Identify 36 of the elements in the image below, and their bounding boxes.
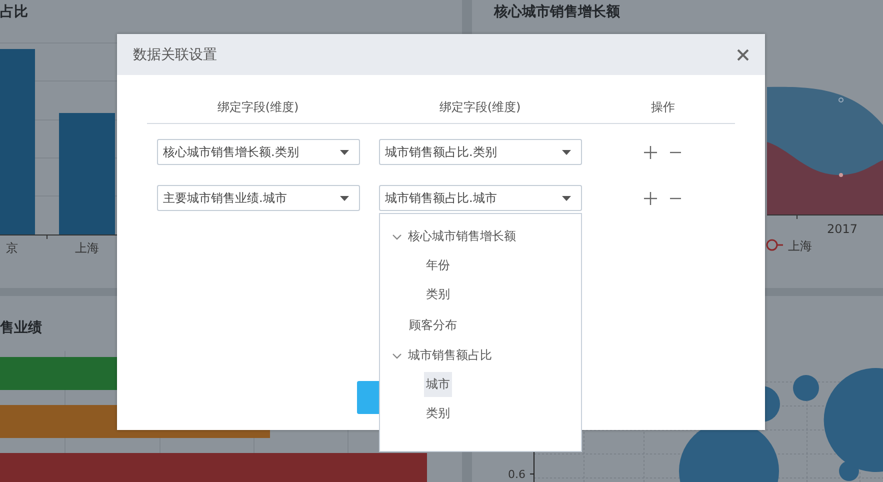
column-header: 绑定字段(维度)	[439, 98, 521, 116]
caret-icon	[562, 196, 571, 200]
select-field[interactable]: 城市销售额占比.类别	[379, 139, 582, 165]
caret-icon	[562, 150, 571, 154]
data-point	[839, 173, 843, 177]
axis-label: 2017	[827, 222, 858, 236]
data-point	[838, 98, 844, 102]
add-icon[interactable]	[644, 146, 657, 158]
column-header: 绑定字段(维度)	[217, 98, 299, 116]
chevron-icon	[392, 234, 402, 240]
add-icon[interactable]	[644, 192, 657, 204]
caret-icon	[340, 196, 349, 200]
panel-title: 售业绩	[0, 319, 42, 337]
select-field[interactable]: 主要城市销售业绩.城市	[157, 185, 360, 211]
tree-group[interactable]: 城市销售额占比	[380, 341, 581, 370]
axis-label: 上海	[75, 241, 99, 255]
legend-marker-icon	[766, 239, 783, 251]
legend-label: 上海	[788, 239, 812, 253]
tree-item[interactable]: 年份	[424, 253, 452, 278]
tree-item[interactable]: 顾客分布	[407, 312, 459, 338]
tree-item[interactable]: 类别	[424, 282, 452, 307]
select-field[interactable]: 核心城市销售增长额.类别	[157, 139, 360, 165]
axis-tick-label: 0.6	[508, 468, 526, 481]
chevron-icon	[392, 352, 402, 358]
select-field[interactable]: 城市销售额占比.城市	[379, 185, 582, 211]
column-header: 操作	[651, 98, 675, 116]
caret-icon	[340, 150, 349, 154]
tree-group[interactable]: 核心城市销售增长额	[380, 222, 581, 251]
panel-title: 核心城市销售增长额	[494, 2, 620, 21]
tree-item[interactable]: 类别	[424, 401, 452, 426]
axis-label: 京	[6, 241, 18, 255]
dialog-title: 数据关联设置	[133, 46, 217, 64]
panel-title: 占比	[0, 3, 28, 21]
bubble	[793, 375, 819, 401]
close-icon[interactable]	[737, 48, 749, 60]
tree-item[interactable]: 城市	[424, 372, 452, 397]
